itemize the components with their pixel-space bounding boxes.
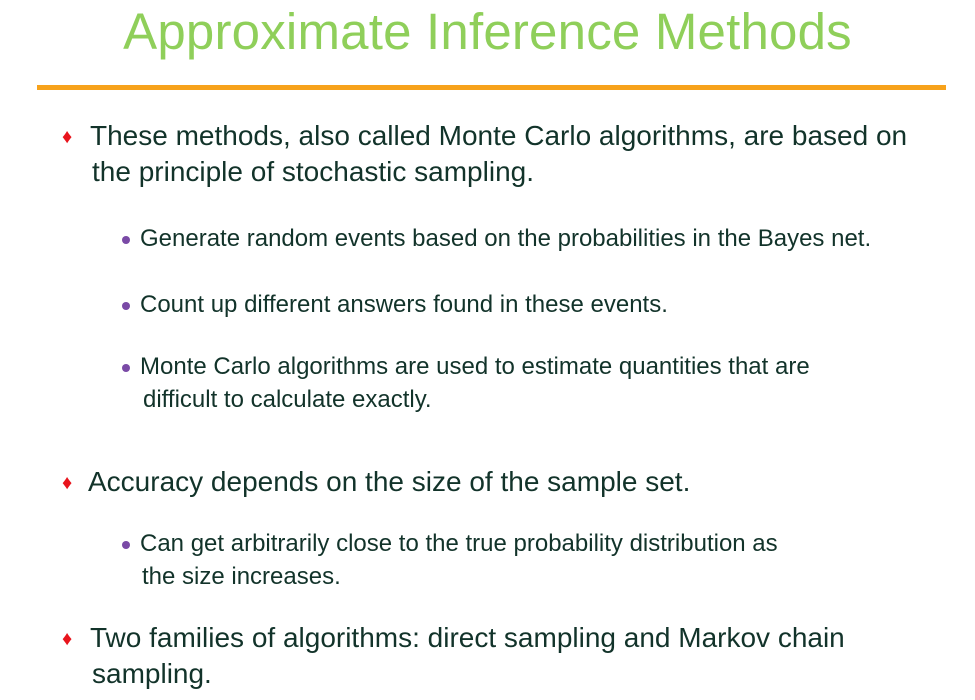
sub-bullet-1-2: Count up different answers found in thes… (140, 291, 668, 318)
diamond-bullet-icon: ♦ (62, 628, 73, 650)
sub-bullet-2-1-line-2: the size increases. (142, 563, 341, 590)
title-underline (37, 85, 946, 90)
sub-bullet-1-1: Generate random events based on the prob… (140, 225, 872, 252)
dot-bullet-icon (122, 364, 130, 372)
diamond-bullet-icon: ♦ (62, 126, 73, 148)
bullet-3-line-2: sampling. (92, 658, 212, 689)
bullet-1-line-1: These methods, also called Monte Carlo a… (90, 120, 908, 151)
slide-title: Approximate Inference Methods (123, 3, 852, 60)
sub-bullet-1-3-line-1: Monte Carlo algorithms are used to estim… (140, 353, 810, 380)
dot-bullet-icon (122, 236, 130, 244)
bullet-2-line-1: Accuracy depends on the size of the samp… (88, 466, 691, 497)
sub-bullet-1-3-line-2: difficult to calculate exactly. (143, 386, 432, 413)
dot-bullet-icon (122, 302, 130, 310)
dot-bullet-icon (122, 541, 130, 549)
bullet-3-line-1: Two families of algorithms: direct sampl… (90, 622, 845, 653)
diamond-bullet-icon: ♦ (62, 472, 73, 494)
bullet-1-line-2: the principle of stochastic sampling. (92, 156, 534, 187)
sub-bullet-2-1-line-1: Can get arbitrarily close to the true pr… (140, 530, 778, 557)
slide: Approximate Inference Methods ♦ These me… (0, 0, 975, 700)
